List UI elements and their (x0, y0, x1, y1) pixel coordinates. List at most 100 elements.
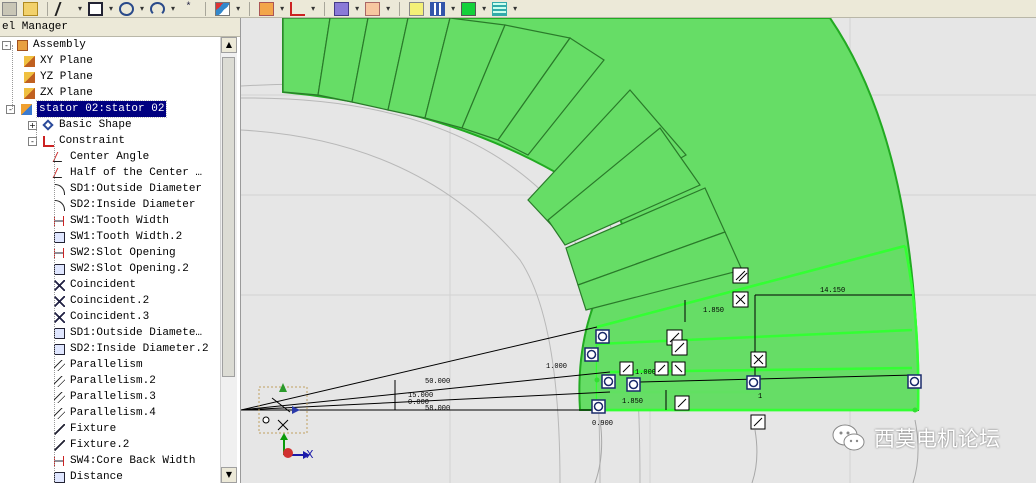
solid-box-icon[interactable] (334, 1, 350, 16)
tree-item[interactable]: SW2:Slot Opening (52, 245, 176, 261)
dropdown-arrow-icon[interactable]: ▾ (451, 4, 455, 13)
tree-item[interactable]: - Constraint (28, 133, 125, 149)
toolbar-separator (205, 1, 207, 16)
color-green-icon[interactable] (461, 1, 477, 16)
dim-label: 1 (758, 393, 762, 401)
toolbar-separator (399, 1, 401, 16)
tree-item-label: SW2:Slot Opening.2 (70, 263, 189, 275)
stator-sketch[interactable]: 14.150 1.850 1.000 1.000 1.850 50.000 1 5… (241, 18, 1036, 483)
scroll-thumb[interactable] (222, 57, 235, 377)
tree-item-label: Parallelism.4 (70, 407, 156, 419)
tree-item-label: Coincident.2 (70, 295, 150, 307)
tree-item[interactable]: Half of the Center … (52, 165, 202, 181)
tree-item-label: Basic Shape (59, 119, 132, 131)
tree-item[interactable]: Fixture.2 (52, 437, 129, 453)
part-icon (19, 102, 33, 116)
tree-item[interactable]: SD1:Outside Diameter (52, 181, 202, 197)
color-yellow-icon[interactable] (409, 1, 425, 16)
arc-tool-icon[interactable] (150, 1, 166, 16)
tree-item[interactable]: Distance (52, 469, 123, 483)
tree-connector (54, 141, 55, 483)
dim-label: 1.000 (546, 363, 567, 371)
tree-item[interactable]: Coincident.2 (52, 293, 149, 309)
tree-item[interactable]: - stator 02:stator 02 (6, 100, 168, 118)
dropdown-arrow-icon[interactable]: ▾ (236, 4, 240, 13)
dropdown-arrow-icon[interactable]: ▾ (280, 4, 284, 13)
tree-item[interactable]: - Assembly (2, 37, 86, 53)
tree-connector (12, 45, 13, 109)
tree-item-label: Parallelism (70, 359, 143, 371)
wechat-logo-icon (832, 424, 865, 451)
line-tool-icon[interactable] (54, 1, 75, 16)
tree-item[interactable]: Parallelism.4 (52, 405, 156, 421)
assembly-icon (15, 38, 29, 52)
tree-item-label: Half of the Center … (70, 167, 203, 179)
tree-connector (36, 121, 37, 141)
tree-item[interactable]: + Basic Shape (28, 117, 132, 133)
tree-item-label: Coincident.3 (70, 311, 150, 323)
offset-tool-icon[interactable] (259, 1, 275, 16)
tree-item[interactable]: XY Plane (22, 53, 93, 69)
axis-triad: X (280, 433, 314, 461)
tree-item[interactable]: Coincident.3 (52, 309, 149, 325)
mesh-view-icon[interactable] (492, 1, 508, 16)
tree-item-label: ZX Plane (40, 87, 93, 99)
select-tool-icon[interactable] (2, 1, 17, 16)
plane-icon (22, 70, 36, 84)
dropdown-arrow-icon[interactable]: ▾ (140, 4, 144, 13)
tree-item[interactable]: Center Angle (52, 149, 149, 165)
constraint-tool-icon[interactable] (290, 1, 306, 16)
circle-tool-icon[interactable] (119, 1, 135, 16)
trim-tool-icon[interactable] (215, 1, 231, 16)
scroll-up-button[interactable]: ▲ (221, 37, 237, 53)
tree-item[interactable]: SD2:Inside Diameter.2 (52, 341, 209, 357)
model-tree[interactable]: - Assembly XY Plane YZ Plane ZX Plane - stator… (0, 37, 220, 483)
tree-item-label: XY Plane (40, 55, 93, 67)
rectangle-tool-icon[interactable] (88, 1, 104, 16)
tree-scrollbar[interactable]: ▲ ▼ (220, 37, 237, 483)
tree-item[interactable]: Parallelism.2 (52, 373, 156, 389)
tree-item[interactable]: SD1:Outside Diamete… (52, 325, 202, 341)
point-tool-icon[interactable]: * (181, 2, 196, 16)
dropdown-arrow-icon[interactable]: ▾ (109, 4, 113, 13)
dropdown-arrow-icon[interactable]: ▾ (355, 4, 359, 13)
x-axis-label: X (306, 448, 314, 461)
dropdown-arrow-icon[interactable]: ▾ (78, 4, 82, 13)
dim-label: 0.900 (592, 420, 613, 428)
tree-item-label: Constraint (59, 135, 126, 147)
tree-item[interactable]: SW2:Slot Opening.2 (52, 261, 189, 277)
collapse-toggle-icon[interactable]: - (2, 40, 11, 50)
sketch-canvas[interactable]: 14.150 1.850 1.000 1.000 1.850 50.000 1 5… (241, 18, 1036, 483)
scroll-down-button[interactable]: ▼ (221, 467, 237, 483)
toolbar-separator (47, 1, 48, 16)
tree-item-label: Coincident (70, 279, 137, 291)
pattern-tool-icon[interactable] (365, 1, 381, 16)
grid-view-icon[interactable] (430, 1, 446, 16)
collapse-toggle-icon[interactable]: - (6, 104, 15, 114)
dropdown-arrow-icon[interactable]: ▾ (513, 4, 517, 13)
tree-item[interactable]: YZ Plane (22, 69, 93, 85)
open-folder-icon[interactable] (23, 1, 38, 16)
tree-item[interactable]: SD2:Inside Diameter (52, 197, 195, 213)
dropdown-arrow-icon[interactable]: ▾ (386, 4, 390, 13)
tree-item[interactable]: Parallelism (52, 357, 143, 373)
tree-item[interactable]: SW1:Tooth Width.2 (52, 229, 182, 245)
dropdown-arrow-icon[interactable]: ▾ (482, 4, 486, 13)
tree-item-label: YZ Plane (40, 71, 93, 83)
tree-item-label: SD1:Outside Diameter (70, 183, 203, 195)
dropdown-arrow-icon[interactable]: ▾ (311, 4, 315, 13)
tree-item-label: Parallelism.2 (70, 375, 156, 387)
tree-item-label: Center Angle (70, 151, 150, 163)
tree-item-label: SW1:Tooth Width (70, 215, 170, 227)
dim-label: 1.850 (703, 307, 724, 315)
tree-item[interactable]: Fixture (52, 421, 116, 437)
tree-item[interactable]: Parallelism.3 (52, 389, 156, 405)
dropdown-arrow-icon[interactable]: ▾ (171, 4, 175, 13)
tree-item[interactable]: SW1:Tooth Width (52, 213, 169, 229)
shape-icon (41, 118, 55, 132)
tree-item-label: Distance (70, 471, 123, 483)
tree-item[interactable]: ZX Plane (22, 85, 93, 101)
tree-item-label: Fixture (70, 423, 117, 435)
tree-item[interactable]: SW4:Core Back Width (52, 453, 195, 469)
tree-item[interactable]: Coincident (52, 277, 136, 293)
